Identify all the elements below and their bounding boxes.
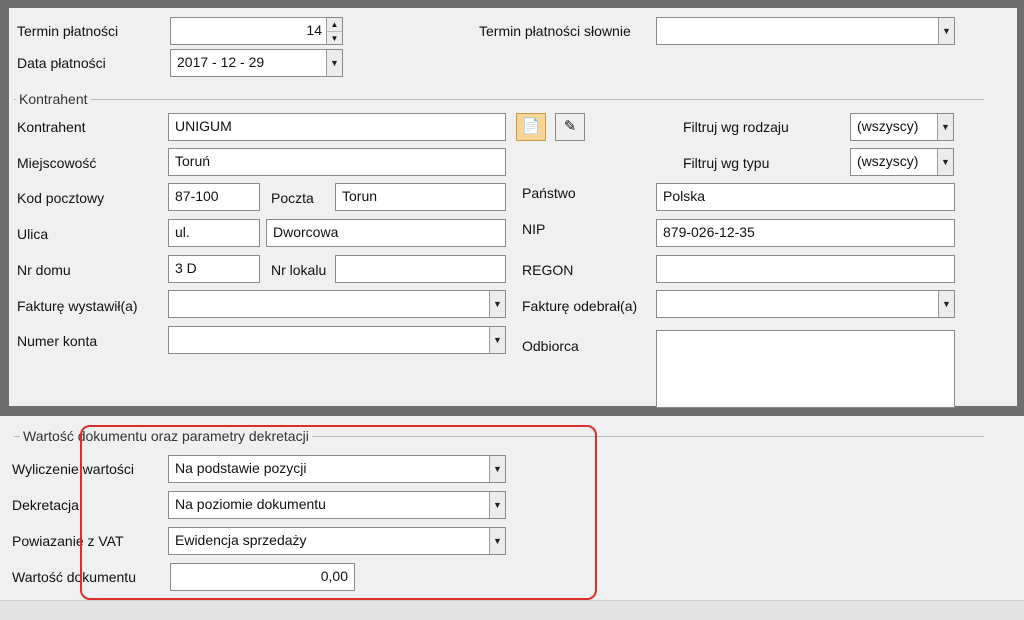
account-number-label: Numer konta — [17, 333, 98, 349]
recipient-label: Odbiorca — [522, 338, 579, 354]
flat-number-label: Nr lokalu — [271, 262, 327, 278]
vat-link-label: Powiazanie z VAT — [12, 533, 124, 549]
country-label: Państwo — [522, 185, 576, 201]
house-number-label: Nr domu — [17, 262, 71, 278]
post-value: Torun — [342, 188, 378, 204]
filter-type-select[interactable]: (wszyscy) ▼ — [850, 148, 954, 176]
payment-date-label: Data płatności — [17, 55, 106, 71]
city-value: Toruń — [175, 153, 211, 169]
vat-link-select[interactable]: Ewidencja sprzedaży ▼ — [168, 527, 506, 555]
postcode-label: Kod pocztowy — [17, 190, 105, 206]
chevron-down-icon[interactable]: ▼ — [938, 291, 954, 317]
payment-term-words-label: Termin płatności słownie — [479, 23, 631, 39]
payment-term-value: 14 — [306, 22, 322, 38]
postcode-field[interactable]: 87-100 — [168, 183, 260, 211]
contractor-name-value: UNIGUM — [175, 118, 232, 134]
nip-label: NIP — [522, 221, 546, 237]
chevron-down-icon[interactable]: ▼ — [489, 456, 505, 482]
country-field[interactable]: Polska — [656, 183, 955, 211]
posting-value: Na poziomie dokumentu — [175, 496, 326, 512]
chevron-down-icon[interactable]: ▼ — [938, 18, 954, 44]
chevron-down-icon[interactable]: ▼ — [489, 492, 505, 518]
payment-date-picker[interactable]: 2017 - 12 - 29 ▼ — [170, 49, 343, 77]
spin-up-icon[interactable]: ▲ — [327, 18, 342, 31]
regon-label: REGON — [522, 262, 574, 278]
contractor-group-title: Kontrahent — [16, 91, 91, 107]
chevron-down-icon[interactable]: ▼ — [937, 149, 953, 175]
calendar-dropdown-icon[interactable]: ▼ — [326, 50, 342, 76]
nip-field[interactable]: 879-026-12-35 — [656, 219, 955, 247]
document-arrow-icon: 📄 — [521, 118, 541, 135]
filter-kind-select[interactable]: (wszyscy) ▼ — [850, 113, 954, 141]
spin-buttons[interactable]: ▲ ▼ — [326, 18, 342, 44]
chevron-down-icon[interactable]: ▼ — [489, 528, 505, 554]
bottom-strip — [0, 600, 1024, 620]
country-value: Polska — [663, 188, 706, 204]
calc-value: Na podstawie pozycji — [175, 460, 307, 476]
street-prefix-field[interactable]: ul. — [168, 219, 260, 247]
received-by-select[interactable]: ▼ — [656, 290, 955, 318]
flat-number-field[interactable] — [335, 255, 506, 283]
street-field[interactable]: Dworcowa — [266, 219, 506, 247]
calc-label: Wyliczenie wartości — [12, 461, 135, 477]
house-number-value: 3 D — [175, 260, 197, 276]
payment-term-words-select[interactable]: ▼ — [656, 17, 955, 45]
street-value: Dworcowa — [273, 224, 339, 240]
chevron-down-icon[interactable]: ▼ — [937, 114, 953, 140]
contractor-name-field[interactable]: UNIGUM — [168, 113, 506, 141]
regon-field[interactable] — [656, 255, 955, 283]
payment-term-stepper[interactable]: 14 ▲ ▼ — [170, 17, 343, 45]
vat-link-value: Ewidencja sprzedaży — [175, 532, 307, 548]
valuation-group-title: Wartość dokumentu oraz parametry dekreta… — [20, 428, 312, 444]
city-label: Miejscowość — [17, 155, 97, 171]
city-field[interactable]: Toruń — [168, 148, 506, 176]
select-contractor-button[interactable]: 📄 — [516, 113, 546, 141]
edit-contractor-button[interactable]: ✎ — [555, 113, 585, 141]
account-number-select[interactable]: ▼ — [168, 326, 506, 354]
window-top-bar — [0, 0, 1024, 8]
payment-date-value: 2017 - 12 - 29 — [177, 54, 265, 70]
contractor-name-label: Kontrahent — [17, 119, 86, 135]
chevron-down-icon[interactable]: ▼ — [489, 291, 505, 317]
frame-right — [1017, 8, 1024, 406]
chevron-down-icon[interactable]: ▼ — [489, 327, 505, 353]
received-by-label: Fakturę odebrał(a) — [522, 298, 638, 314]
street-label: Ulica — [17, 226, 49, 242]
postcode-value: 87-100 — [175, 188, 219, 204]
calc-select[interactable]: Na podstawie pozycji ▼ — [168, 455, 506, 483]
filter-type-value: (wszyscy) — [857, 153, 919, 169]
frame-left — [0, 8, 9, 406]
payment-term-label: Termin płatności — [17, 23, 119, 39]
recipient-textarea[interactable] — [656, 330, 955, 408]
post-field[interactable]: Torun — [335, 183, 506, 211]
filter-type-label: Filtruj wg typu — [683, 155, 770, 171]
issued-by-select[interactable]: ▼ — [168, 290, 506, 318]
issued-by-label: Fakturę wystawił(a) — [17, 298, 138, 314]
post-label: Poczta — [271, 190, 314, 206]
filter-kind-value: (wszyscy) — [857, 118, 919, 134]
nip-value: 879-026-12-35 — [663, 224, 755, 240]
doc-value: 0,00 — [320, 568, 348, 584]
contractor-group-border — [14, 99, 984, 100]
house-number-field[interactable]: 3 D — [168, 255, 260, 283]
doc-value-label: Wartość dokumentu — [12, 569, 136, 585]
pencil-document-icon: ✎ — [563, 118, 577, 135]
posting-select[interactable]: Na poziomie dokumentu ▼ — [168, 491, 506, 519]
doc-value-field[interactable]: 0,00 — [170, 563, 355, 591]
filter-kind-label: Filtruj wg rodzaju — [683, 119, 789, 135]
posting-label: Dekretacja — [12, 497, 79, 513]
street-prefix-value: ul. — [175, 224, 190, 240]
spin-down-icon[interactable]: ▼ — [327, 31, 342, 44]
